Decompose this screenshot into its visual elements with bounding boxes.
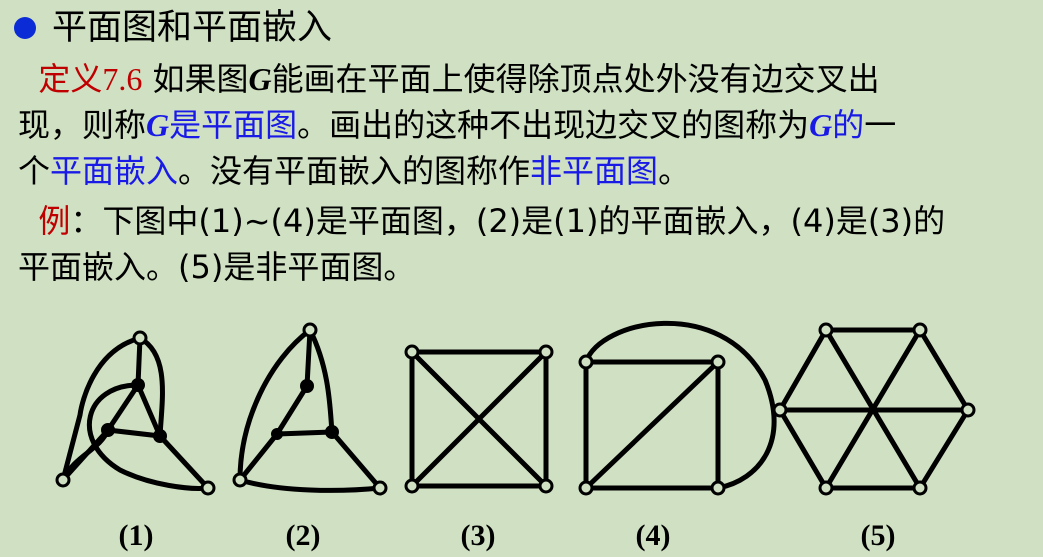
example-label: 例 xyxy=(38,202,71,240)
figure-2-edge xyxy=(274,429,335,437)
vertex-hollow xyxy=(200,480,216,496)
vertex-hollow xyxy=(538,344,554,360)
term-planar-graph: G是平面图 xyxy=(146,106,297,144)
bullet-icon xyxy=(14,17,36,39)
graph-symbol: G xyxy=(248,61,272,97)
figure-1-edge xyxy=(105,427,163,439)
definition-number: 7.6 xyxy=(102,61,143,97)
graph-figures: (1) (2) (3) (4) (5) xyxy=(55,320,976,552)
definition-line-3: 个平面嵌入。没有平面嵌入的图称作非平面图。 xyxy=(18,148,896,194)
figure-label-2: (2) xyxy=(286,519,321,552)
vertex-hollow xyxy=(404,478,420,494)
vertex-hollow xyxy=(578,354,594,370)
vertex-hollow xyxy=(372,480,388,496)
figure-1-edge xyxy=(60,335,143,483)
term-nonplanar-graph: 非平面图 xyxy=(530,152,659,190)
slide: 平面图和平面嵌入 定义7.6 如果图G能画在平面上使得除顶点处外没有边交叉出 现… xyxy=(0,0,1043,557)
figure-2-edge xyxy=(237,327,313,483)
graph-symbol: G xyxy=(809,107,833,143)
definition-text-2a: 现，则称 xyxy=(18,106,147,144)
figure-2-edge xyxy=(329,429,383,491)
slide-title: 平面图和平面嵌入 xyxy=(52,8,333,48)
vertex-hollow xyxy=(912,322,928,338)
vertex-hollow xyxy=(960,402,976,418)
figure-1-edge xyxy=(135,382,163,439)
definition-line-2: 现，则称G是平面图。画出的这种不出现边交叉的图称为G的一 xyxy=(18,102,896,148)
figure-4-diagonal xyxy=(583,359,721,491)
title-row: 平面图和平面嵌入 xyxy=(14,6,332,50)
figure-5-graph xyxy=(777,327,971,491)
example-line-1: 例：下图中(1)~(4)是平面图，(2)是(1)的平面嵌入，(4)是(3)的 xyxy=(18,198,945,244)
vertex-hollow xyxy=(404,344,420,360)
vertex-hollow xyxy=(538,478,554,494)
example-line-2: 平面嵌入。(5)是非平面图。 xyxy=(18,244,945,290)
figure-label-4: (4) xyxy=(636,519,671,552)
vertex-filled xyxy=(300,379,314,393)
vertex-hollow xyxy=(710,480,726,496)
figure-1-graph xyxy=(60,335,211,491)
term-g-of: G的 xyxy=(809,106,864,144)
vertex-hollow xyxy=(578,480,594,496)
vertex-hollow xyxy=(302,322,318,338)
vertex-hollow xyxy=(818,322,834,338)
definition-text-3b: 。没有平面嵌入的图称作 xyxy=(178,152,531,190)
graph-symbol: G xyxy=(146,107,170,143)
figure-2-edge xyxy=(304,327,313,389)
definition-text-1a: 如果图 xyxy=(142,60,249,98)
figure-label-5: (5) xyxy=(861,519,896,552)
vertex-hollow xyxy=(55,472,71,488)
figure-4-graph xyxy=(583,320,777,491)
definition-text-1b: 能画在平面上使得除顶点处外没有边交叉出 xyxy=(271,60,880,98)
vertex-filled xyxy=(271,428,283,440)
figure-2-edge xyxy=(237,477,383,493)
definition-text-3c: 。 xyxy=(658,152,691,190)
vertex-filled xyxy=(131,378,145,392)
example-paragraph: 例：下图中(1)~(4)是平面图，(2)是(1)的平面嵌入，(4)是(3)的 平… xyxy=(18,198,945,290)
vertex-hollow xyxy=(772,402,788,418)
definition-paragraph: 定义7.6 如果图G能画在平面上使得除顶点处外没有边交叉出 现，则称G是平面图。… xyxy=(18,56,896,194)
term-planar-graph-text: 是平面图 xyxy=(169,106,298,144)
definition-text-3a: 个 xyxy=(18,152,51,190)
figure-label-3: (3) xyxy=(461,519,496,552)
vertex-filled xyxy=(325,425,339,439)
figure-2-edge xyxy=(274,383,310,437)
definition-line-1: 定义7.6 如果图G能画在平面上使得除顶点处外没有边交叉出 xyxy=(18,56,896,102)
vertex-hollow xyxy=(818,480,834,496)
vertex-hollow xyxy=(232,472,248,488)
figure-label-1: (1) xyxy=(119,519,154,552)
figure-3-graph xyxy=(409,349,549,489)
figure-2-edge xyxy=(307,327,335,435)
vertex-filled xyxy=(101,423,115,437)
vertex-filled xyxy=(153,429,167,443)
example-text-2: 平面嵌入。(5)是非平面图。 xyxy=(18,248,416,286)
definition-label: 定义 xyxy=(38,60,103,98)
vertex-hollow xyxy=(912,480,928,496)
definition-text-2c: 一 xyxy=(864,106,897,144)
term-planar-embedding: 平面嵌入 xyxy=(50,152,179,190)
term-g-of-text: 的 xyxy=(832,106,865,144)
definition-text-2b: 。画出的这种不出现边交叉的图称为 xyxy=(297,106,810,144)
figure-2-graph xyxy=(237,327,383,493)
example-text-1: ：下图中(1)~(4)是平面图，(2)是(1)的平面嵌入，(4)是(3)的 xyxy=(70,202,946,240)
vertex-hollow xyxy=(132,330,148,346)
vertex-hollow xyxy=(710,354,726,370)
